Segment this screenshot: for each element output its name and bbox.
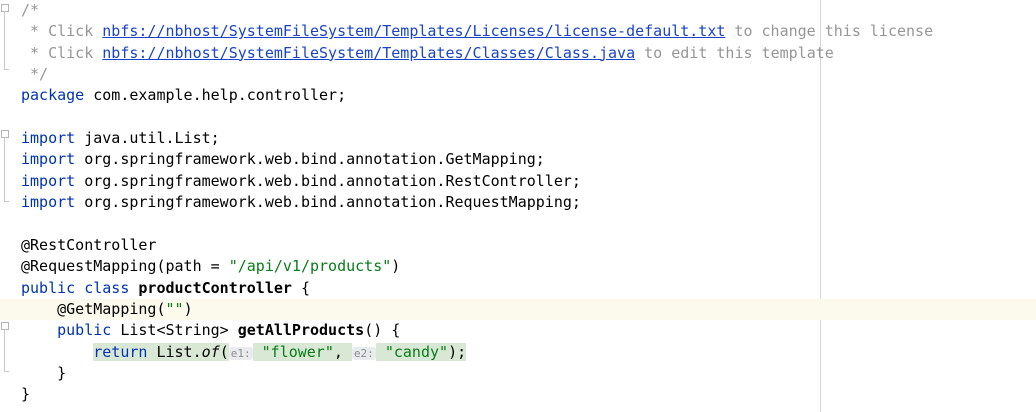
code-token: class bbox=[84, 278, 130, 297]
code-line[interactable]: @RestController bbox=[0, 235, 1036, 256]
code-token: * Click bbox=[21, 22, 103, 41]
code-line-text: @RequestMapping(path = "/api/v1/products… bbox=[21, 256, 400, 277]
code-token: "candy" bbox=[384, 342, 449, 361]
code-line[interactable]: import org.springframework.web.bind.anno… bbox=[0, 149, 1036, 170]
code-line-text: package com.example.help.controller; bbox=[21, 85, 346, 106]
comment-link[interactable]: nbfs://nbhost/SystemFileSystem/Templates… bbox=[102, 22, 725, 40]
code-token: com.example.help.controller; bbox=[84, 86, 347, 105]
code-token: } bbox=[21, 363, 67, 382]
code-token: to edit this template bbox=[635, 43, 834, 62]
code-token: org.springframework.web.bind.annotation.… bbox=[75, 193, 581, 212]
code-token: List. bbox=[147, 342, 202, 361]
code-token: to change this license bbox=[725, 22, 934, 41]
code-line-text: * Click nbfs://nbhost/SystemFileSystem/T… bbox=[21, 21, 933, 42]
code-line[interactable] bbox=[0, 107, 1036, 128]
code-line-text: } bbox=[21, 363, 66, 384]
code-token: * Click bbox=[21, 43, 103, 62]
code-token: productController bbox=[138, 278, 292, 297]
code-line[interactable]: * Click nbfs://nbhost/SystemFileSystem/T… bbox=[0, 21, 1036, 42]
code-token: } bbox=[21, 385, 31, 404]
code-line[interactable]: @RequestMapping(path = "/api/v1/products… bbox=[0, 256, 1036, 277]
code-line-text: @GetMapping("") bbox=[21, 299, 193, 320]
code-line-text: /* bbox=[21, 0, 39, 21]
code-token: import bbox=[21, 171, 76, 190]
code-token: @RequestMapping(path = bbox=[21, 257, 229, 276]
code-token: import bbox=[21, 129, 76, 148]
code-line[interactable]: import java.util.List; bbox=[0, 128, 1036, 149]
code-line[interactable]: public List<String> getAllProducts() { bbox=[0, 320, 1036, 341]
code-token: public bbox=[21, 278, 76, 297]
code-token: /* bbox=[21, 1, 40, 19]
code-line-text: @RestController bbox=[21, 235, 156, 256]
code-line[interactable] bbox=[0, 214, 1036, 235]
comment-link[interactable]: nbfs://nbhost/SystemFileSystem/Templates… bbox=[102, 44, 635, 62]
code-line[interactable]: import org.springframework.web.bind.anno… bbox=[0, 171, 1036, 192]
parameter-hint: e2: bbox=[351, 346, 376, 360]
code-line[interactable]: package com.example.help.controller; bbox=[0, 85, 1036, 106]
code-line-text: */ bbox=[21, 64, 48, 85]
code-token: org.springframework.web.bind.annotation.… bbox=[75, 150, 545, 169]
code-token bbox=[252, 342, 262, 361]
code-token bbox=[375, 342, 385, 361]
code-line[interactable]: import org.springframework.web.bind.anno… bbox=[0, 192, 1036, 213]
code-line-text: } bbox=[21, 384, 30, 405]
code-line-text: import java.util.List; bbox=[21, 128, 220, 149]
code-token: java.util.List; bbox=[75, 129, 220, 148]
code-token: return bbox=[93, 342, 148, 361]
code-token: of bbox=[201, 342, 220, 361]
code-token: ( bbox=[219, 342, 229, 361]
code-line-text: public List<String> getAllProducts() { bbox=[21, 320, 400, 341]
code-token: import bbox=[21, 193, 76, 212]
code-token: "flower" bbox=[261, 342, 334, 361]
code-token: @RestController bbox=[21, 235, 157, 254]
code-token: { bbox=[291, 278, 310, 297]
code-line-text: import org.springframework.web.bind.anno… bbox=[21, 149, 545, 170]
code-line-text: * Click nbfs://nbhost/SystemFileSystem/T… bbox=[21, 43, 834, 64]
code-line-text: public class productController { bbox=[21, 278, 310, 299]
code-line[interactable]: */ bbox=[0, 64, 1036, 85]
code-token: */ bbox=[21, 65, 49, 84]
code-line[interactable]: } bbox=[0, 384, 1036, 405]
code-token: , bbox=[333, 342, 352, 361]
parameter-hint: e1: bbox=[228, 346, 253, 360]
code-token: List<String> bbox=[111, 321, 238, 340]
code-line[interactable]: return List.of(e1: "flower", e2: "candy"… bbox=[0, 342, 1036, 363]
code-token: package bbox=[21, 86, 85, 105]
code-editor[interactable]: /* * Click nbfs://nbhost/SystemFileSyste… bbox=[0, 0, 1036, 412]
code-line[interactable]: public class productController { bbox=[0, 278, 1036, 299]
code-line[interactable]: } bbox=[0, 363, 1036, 384]
code-token: ) bbox=[183, 299, 193, 318]
code-token: "" bbox=[165, 299, 184, 318]
code-token: "/api/v1/products" bbox=[228, 257, 392, 276]
code-line-text: import org.springframework.web.bind.anno… bbox=[21, 192, 581, 213]
code-token: org.springframework.web.bind.annotation.… bbox=[75, 171, 581, 190]
code-line-text: import org.springframework.web.bind.anno… bbox=[21, 171, 581, 192]
code-line[interactable]: /* bbox=[0, 0, 1036, 21]
code-line[interactable]: * Click nbfs://nbhost/SystemFileSystem/T… bbox=[0, 43, 1036, 64]
code-line-text: return List.of(e1: "flower", e2: "candy"… bbox=[21, 342, 467, 364]
code-line[interactable]: @GetMapping("") bbox=[0, 298, 1036, 320]
code-token: import bbox=[21, 150, 76, 169]
code-token: getAllProducts bbox=[237, 321, 365, 340]
code-token: ); bbox=[448, 342, 467, 361]
code-token: () { bbox=[364, 321, 401, 340]
code-token: public bbox=[57, 321, 112, 340]
code-token: @GetMapping( bbox=[21, 299, 166, 318]
code-token: ) bbox=[391, 257, 401, 276]
